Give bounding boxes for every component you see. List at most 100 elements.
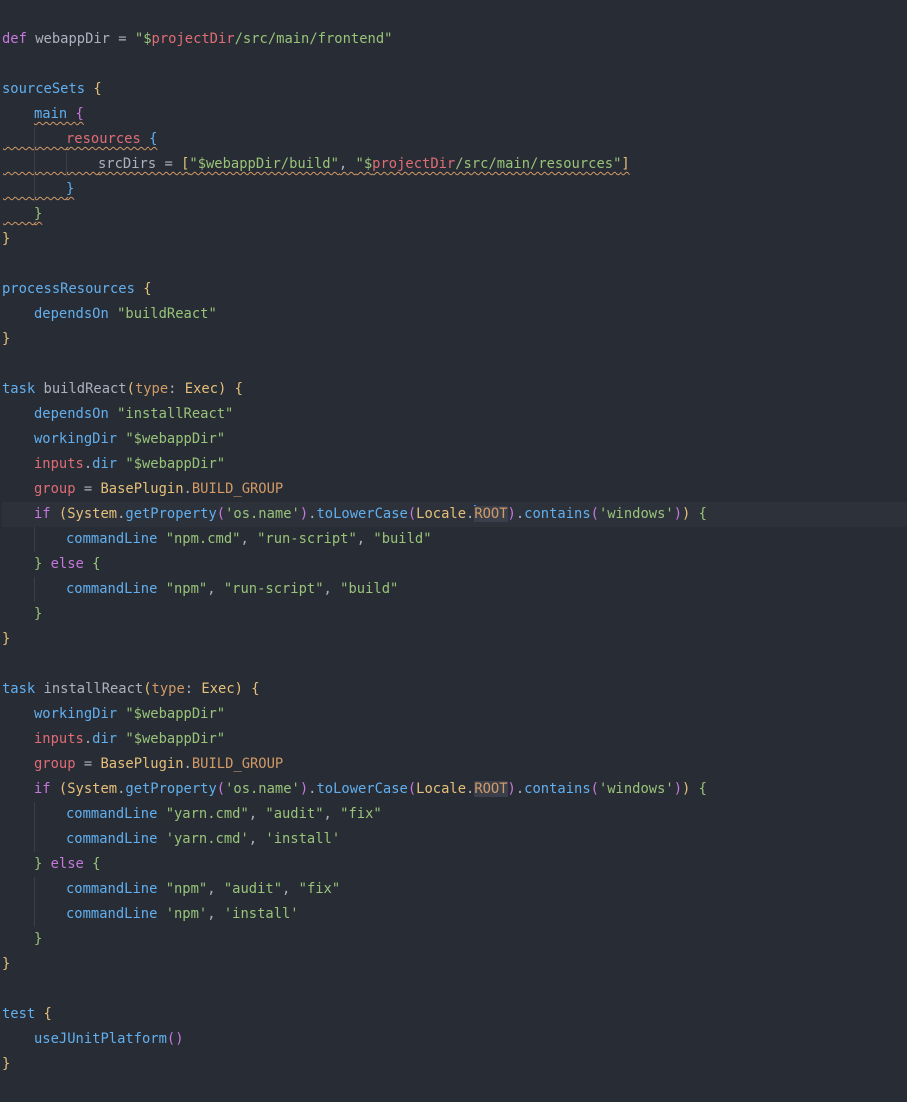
- code-token: "run-script": [223, 581, 324, 597]
- code-token: "audit": [223, 881, 283, 897]
- code-token: (: [126, 381, 135, 397]
- code-token: dir: [92, 456, 126, 472]
- code-token: resources: [66, 131, 150, 147]
- code-line[interactable]: } else {: [2, 552, 907, 577]
- code-token: (: [216, 506, 226, 522]
- code-line[interactable]: main {: [2, 102, 907, 127]
- code-line[interactable]: } else {: [2, 852, 907, 877]
- code-line[interactable]: }: [2, 927, 907, 952]
- code-line[interactable]: workingDir "$webappDir": [2, 702, 907, 727]
- code-line[interactable]: }: [2, 177, 907, 202]
- code-token: task: [2, 381, 44, 397]
- code-line[interactable]: commandLine "npm", "audit", "fix": [2, 877, 907, 902]
- code-line[interactable]: srcDirs = ["$webappDir/build", "$project…: [2, 152, 907, 177]
- indent-guide: [34, 127, 66, 152]
- code-token: "$webappDir": [125, 431, 226, 447]
- code-line[interactable]: inputs.dir "$webappDir": [2, 452, 907, 477]
- code-token: "installReact": [117, 406, 234, 422]
- code-line[interactable]: task buildReact(type: Exec) {: [2, 377, 907, 402]
- code-token: "$: [134, 31, 152, 47]
- code-token: (: [590, 506, 599, 522]
- code-token: (: [216, 781, 226, 797]
- code-token: "$: [355, 156, 373, 172]
- code-token: commandLine: [66, 831, 166, 847]
- code-line[interactable]: [2, 977, 907, 1002]
- code-token: type: [134, 381, 169, 397]
- code-token: (: [58, 506, 68, 522]
- code-line[interactable]: group = BasePlugin.BUILD_GROUP: [2, 477, 907, 502]
- code-line[interactable]: dependsOn "installReact": [2, 402, 907, 427]
- code-token: task: [2, 681, 44, 697]
- code-line[interactable]: processResources {: [2, 277, 907, 302]
- code-line[interactable]: [2, 252, 907, 277]
- code-line[interactable]: }: [2, 1052, 907, 1077]
- code-line[interactable]: }: [2, 627, 907, 652]
- code-line[interactable]: if (System.getProperty('os.name').toLowe…: [2, 777, 907, 802]
- code-token: inputs: [34, 456, 84, 472]
- code-token: else: [50, 856, 93, 872]
- code-token: type: [151, 681, 185, 697]
- indent-guide: [34, 902, 66, 927]
- code-token: ,: [323, 806, 341, 822]
- code-token: (: [58, 781, 68, 797]
- code-token: {: [149, 131, 158, 147]
- code-line[interactable]: commandLine "yarn.cmd", "audit", "fix": [2, 802, 907, 827]
- indent-guide: [2, 402, 34, 427]
- code-area[interactable]: def webappDir = "$projectDir/src/main/fr…: [2, 27, 907, 1077]
- code-line[interactable]: inputs.dir "$webappDir": [2, 727, 907, 752]
- code-line[interactable]: dependsOn "buildReact": [2, 302, 907, 327]
- code-token: }: [2, 331, 11, 347]
- code-line[interactable]: }: [2, 327, 907, 352]
- code-line[interactable]: }: [2, 602, 907, 627]
- code-line[interactable]: workingDir "$webappDir": [2, 427, 907, 452]
- code-line[interactable]: [2, 52, 907, 77]
- code-line[interactable]: commandLine 'yarn.cmd', 'install': [2, 827, 907, 852]
- code-token: group: [34, 481, 76, 497]
- code-line[interactable]: commandLine "npm.cmd", "run-script", "bu…: [2, 527, 907, 552]
- code-line[interactable]: def webappDir = "$projectDir/src/main/fr…: [2, 27, 907, 52]
- code-line[interactable]: }: [2, 202, 907, 227]
- code-editor[interactable]: def webappDir = "$projectDir/src/main/fr…: [0, 0, 907, 1102]
- code-token: ): [673, 506, 683, 522]
- code-line[interactable]: [2, 652, 907, 677]
- code-token: ,: [248, 806, 266, 822]
- code-token: ): [299, 506, 309, 522]
- code-line[interactable]: commandLine "npm", "run-script", "build": [2, 577, 907, 602]
- code-token: .: [83, 731, 93, 747]
- code-line[interactable]: commandLine 'npm', 'install': [2, 902, 907, 927]
- code-line[interactable]: resources {: [2, 127, 907, 152]
- code-token: dependsOn: [34, 406, 118, 422]
- code-token: :: [184, 681, 202, 697]
- code-token: (: [407, 781, 417, 797]
- code-token: }: [2, 231, 11, 247]
- code-token: commandLine: [66, 881, 166, 897]
- code-token: .: [515, 506, 525, 522]
- code-token: ROOT: [474, 781, 508, 797]
- indent-guide: [2, 727, 34, 752]
- code-line[interactable]: [2, 352, 907, 377]
- indent-guide: [34, 152, 66, 177]
- code-token: :: [168, 381, 185, 397]
- code-line[interactable]: task installReact(type: Exec) {: [2, 677, 907, 702]
- code-token: {: [698, 506, 707, 522]
- code-line[interactable]: sourceSets {: [2, 77, 907, 102]
- code-token: sourceSets: [2, 81, 94, 97]
- indent-guide: [34, 177, 66, 202]
- indent-guide: [2, 702, 34, 727]
- code-token: getProperty: [125, 506, 217, 522]
- code-line[interactable]: group = BasePlugin.BUILD_GROUP: [2, 752, 907, 777]
- code-token: ): [218, 381, 235, 397]
- code-token: }: [34, 556, 51, 572]
- code-line[interactable]: test {: [2, 1002, 907, 1027]
- code-token: ): [299, 781, 309, 797]
- code-line[interactable]: }: [2, 952, 907, 977]
- code-token: buildReact: [43, 381, 127, 397]
- indent-guide: [2, 527, 34, 552]
- code-line-current[interactable]: if (System.getProperty('os.name').toLowe…: [2, 502, 907, 527]
- code-token: Exec: [201, 681, 235, 697]
- code-token: ,: [240, 531, 258, 547]
- code-token: projectDir: [151, 31, 235, 47]
- code-token: dir: [92, 731, 126, 747]
- code-line[interactable]: useJUnitPlatform(): [2, 1027, 907, 1052]
- code-line[interactable]: }: [2, 227, 907, 252]
